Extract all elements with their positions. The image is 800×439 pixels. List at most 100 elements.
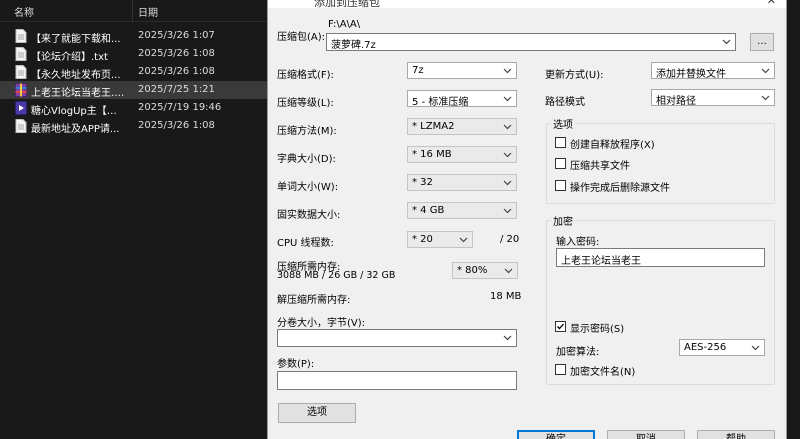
file-name: 最新地址及APP请... bbox=[31, 124, 120, 135]
shared-files-checkbox[interactable]: 压缩共享文件 bbox=[555, 157, 755, 172]
chevron-down-icon[interactable] bbox=[502, 331, 513, 344]
file-row[interactable]: 【来了就能下载和... 2025/3/26 1:07 bbox=[0, 27, 267, 45]
delete-after-checkbox[interactable]: 操作完成后删除源文件 bbox=[555, 179, 755, 194]
close-icon[interactable]: ✕ bbox=[767, 0, 776, 7]
chevron-down-icon[interactable] bbox=[721, 35, 732, 48]
file-name: 糖心VlogUp主【菠... bbox=[31, 106, 126, 117]
file-row[interactable]: 最新地址及APP请... 2025/3/26 1:08 bbox=[0, 117, 267, 135]
update-mode-select[interactable]: 添加并替换文件 bbox=[651, 62, 775, 80]
volume-size-combo[interactable] bbox=[277, 329, 517, 347]
parameters-label: 参数(P): bbox=[277, 359, 315, 370]
dictionary-value: * 16 MB bbox=[412, 149, 452, 160]
file-row[interactable]: 【永久地址发布页... 2025/3/26 1:08 bbox=[0, 63, 267, 81]
ok-button[interactable]: 确定 bbox=[517, 430, 595, 439]
file-date: 2025/7/19 19:46 bbox=[138, 102, 222, 113]
column-divider[interactable] bbox=[132, 0, 133, 22]
memory-usage-value: * 80% bbox=[457, 265, 488, 276]
word-size-select[interactable]: * 32 bbox=[407, 174, 517, 191]
file-name: 上老王论坛当老王.z... bbox=[31, 88, 126, 99]
chevron-down-icon[interactable] bbox=[502, 120, 513, 133]
file-name: 【论坛介绍】.txt bbox=[31, 52, 108, 63]
solid-block-value: * 4 GB bbox=[412, 205, 445, 216]
video-file-icon bbox=[15, 101, 27, 115]
chevron-down-icon[interactable] bbox=[502, 176, 513, 189]
file-date: 2025/3/26 1:08 bbox=[138, 48, 215, 59]
chevron-down-icon[interactable] bbox=[760, 91, 771, 104]
file-explorer-pane: 名称 日期 【来了就能下载和... 2025/3/26 1:07 【论坛介绍】.… bbox=[0, 0, 267, 439]
encrypt-filenames-checkbox[interactable]: 加密文件名(N) bbox=[555, 363, 755, 378]
encryption-method-select[interactable]: AES-256 bbox=[679, 339, 765, 356]
method-select[interactable]: * LZMA2 bbox=[407, 118, 517, 135]
word-size-label: 单词大小(W): bbox=[277, 182, 339, 193]
file-row[interactable]: 糖心VlogUp主【菠... 2025/7/19 19:46 bbox=[0, 99, 267, 117]
browse-button[interactable]: ... bbox=[750, 33, 774, 51]
checkbox-box[interactable] bbox=[555, 180, 566, 191]
level-select[interactable]: 5 - 标准压缩 bbox=[407, 90, 517, 108]
chevron-down-icon[interactable] bbox=[502, 92, 513, 105]
file-row[interactable]: 【论坛介绍】.txt 2025/3/26 1:08 bbox=[0, 45, 267, 63]
cpu-threads-total: / 20 bbox=[500, 234, 520, 245]
text-file-icon bbox=[15, 65, 27, 79]
password-value: 上老王论坛当老王 bbox=[561, 256, 641, 267]
solid-block-label: 固实数据大小: bbox=[277, 210, 341, 221]
cpu-threads-label: CPU 线程数: bbox=[277, 238, 334, 249]
shared-files-checkbox-label: 压缩共享文件 bbox=[570, 161, 630, 172]
column-header-date[interactable]: 日期 bbox=[138, 4, 158, 19]
encryption-method-label: 加密算法: bbox=[556, 347, 600, 358]
column-header-name[interactable]: 名称 bbox=[14, 4, 34, 19]
file-list-header: 名称 日期 bbox=[0, 0, 267, 22]
file-row-selected[interactable]: 上老王论坛当老王.z... 2025/7/25 1:21 bbox=[0, 81, 267, 99]
show-password-checkbox[interactable]: 显示密码(S) bbox=[555, 320, 755, 335]
update-mode-label: 更新方式(U): bbox=[545, 70, 604, 81]
text-file-icon bbox=[15, 29, 27, 43]
word-size-value: * 32 bbox=[412, 177, 433, 188]
chevron-down-icon[interactable] bbox=[502, 204, 513, 217]
archive-path: F:\A\A\ bbox=[328, 19, 361, 30]
file-date: 2025/3/26 1:08 bbox=[138, 120, 215, 131]
decompress-memory-label: 解压缩所需内存: bbox=[277, 295, 351, 306]
password-input[interactable]: 上老王论坛当老王 bbox=[556, 248, 765, 267]
dictionary-label: 字典大小(D): bbox=[277, 154, 336, 165]
sfx-checkbox-label: 创建自释放程序(X) bbox=[570, 140, 655, 151]
file-date: 2025/3/26 1:08 bbox=[138, 66, 215, 77]
cpu-threads-select[interactable]: * 20 bbox=[407, 231, 473, 248]
file-name: 【永久地址发布页... bbox=[31, 70, 121, 81]
archive-filename-value: 菠萝碑.7z bbox=[331, 40, 376, 51]
format-select[interactable]: 7z bbox=[407, 62, 517, 79]
chevron-down-icon[interactable] bbox=[502, 148, 513, 161]
help-button[interactable]: 帮助 bbox=[697, 430, 775, 439]
parameters-input[interactable] bbox=[277, 371, 517, 390]
options-group-title: 选项 bbox=[551, 116, 575, 131]
sfx-checkbox[interactable]: 创建自释放程序(X) bbox=[555, 136, 755, 151]
cpu-threads-value: * 20 bbox=[412, 234, 433, 245]
show-password-label: 显示密码(S) bbox=[570, 324, 625, 335]
memory-usage-select[interactable]: * 80% bbox=[452, 262, 518, 279]
chevron-down-icon[interactable] bbox=[750, 341, 761, 354]
file-name: 【来了就能下载和... bbox=[31, 34, 121, 45]
volume-size-label: 分卷大小，字节(V): bbox=[277, 318, 366, 329]
archive-file-icon bbox=[15, 83, 27, 97]
solid-block-select[interactable]: * 4 GB bbox=[407, 202, 517, 219]
dialog-title-bar[interactable]: 添加到压缩包 ✕ bbox=[268, 0, 786, 8]
update-mode-value: 添加并替换文件 bbox=[656, 69, 726, 80]
add-to-archive-dialog: 添加到压缩包 ✕ 压缩包(A): F:\A\A\ 菠萝碑.7z ... 压缩格式… bbox=[267, 0, 787, 439]
level-value: 5 - 标准压缩 bbox=[412, 97, 469, 108]
cancel-button[interactable]: 取消 bbox=[607, 430, 685, 439]
checkbox-box[interactable] bbox=[555, 158, 566, 169]
dictionary-select[interactable]: * 16 MB bbox=[407, 146, 517, 163]
format-label: 压缩格式(F): bbox=[277, 70, 334, 81]
checkbox-box[interactable] bbox=[555, 137, 566, 148]
path-mode-select[interactable]: 相对路径 bbox=[651, 89, 775, 107]
chevron-down-icon[interactable] bbox=[760, 64, 771, 77]
chevron-down-icon[interactable] bbox=[458, 233, 469, 246]
text-file-icon bbox=[15, 47, 27, 61]
encrypt-filenames-label: 加密文件名(N) bbox=[570, 367, 636, 378]
memory-usage-detail: 3088 MB / 26 GB / 32 GB bbox=[277, 270, 396, 281]
checkbox-box[interactable] bbox=[555, 364, 566, 375]
checkbox-box-checked[interactable] bbox=[555, 321, 566, 332]
chevron-down-icon[interactable] bbox=[503, 264, 514, 277]
options-button[interactable]: 选项 bbox=[278, 403, 356, 423]
level-label: 压缩等级(L): bbox=[277, 98, 334, 109]
archive-filename-combo[interactable]: 菠萝碑.7z bbox=[326, 33, 736, 51]
chevron-down-icon[interactable] bbox=[502, 64, 513, 77]
